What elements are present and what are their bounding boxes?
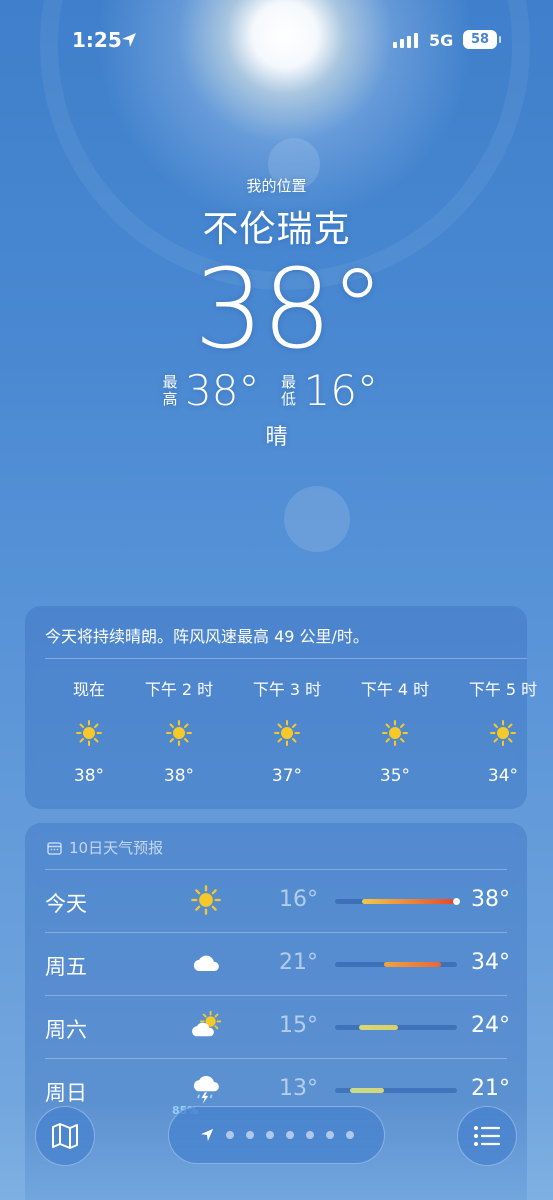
day-label: 周五 — [45, 955, 87, 979]
condition: 晴 — [265, 425, 288, 450]
hour-label: 下午 3 时 — [252, 680, 322, 699]
day-label: 今天 — [45, 892, 87, 916]
low-temp: 13° — [279, 1076, 318, 1101]
sun-icon — [489, 719, 517, 747]
daily-row[interactable]: 周五 21° 34° — [45, 932, 510, 995]
low-temp: 15° — [279, 1013, 318, 1038]
low-value: 16° — [303, 366, 378, 415]
high-temp: 21° — [471, 1076, 510, 1101]
lens-flare — [284, 486, 350, 552]
high-temp: 24° — [471, 1013, 510, 1038]
hourly-forecast-card[interactable]: 今天将持续晴朗。阵风风速最高 49 公里/时。 现在 38° 下午 2 时 38°… — [25, 606, 537, 809]
page-dot[interactable] — [325, 1131, 334, 1139]
temp-range-fill — [383, 962, 442, 967]
status-bar: 1:25 5G 58 — [0, 0, 553, 80]
temp-range-fill — [361, 899, 455, 904]
hour-temp: 34° — [487, 766, 519, 786]
temp-range-bar — [335, 1088, 457, 1093]
map-icon — [52, 1123, 78, 1149]
location-arrow-icon — [200, 1128, 213, 1142]
current-temperature: 38° — [194, 245, 385, 373]
low-label: 最低 — [280, 372, 296, 408]
hourly-item: 现在 38° — [49, 676, 129, 786]
temp-range-fill — [349, 1088, 384, 1093]
hour-label: 下午 2 时 — [144, 680, 214, 699]
temp-range-bar — [335, 898, 460, 905]
temp-range-bar — [335, 1025, 457, 1030]
current-temp-dot — [452, 898, 460, 905]
battery-icon: 58 — [463, 30, 501, 49]
hour-temp: 38° — [163, 766, 195, 786]
page-dot[interactable] — [345, 1131, 354, 1139]
daily-forecast-title: 10日天气预报 — [47, 837, 163, 858]
network-type: 5G — [429, 31, 454, 50]
hour-temp: 35° — [379, 766, 411, 786]
partly-cloudy-icon — [190, 1010, 222, 1042]
page-indicator[interactable] — [168, 1106, 385, 1164]
hourly-item: 下午 5 时 34° — [463, 676, 543, 786]
sun-icon — [381, 719, 409, 747]
calendar-icon — [47, 841, 62, 855]
hour-label: 下午 4 时 — [360, 680, 430, 699]
sun-icon — [273, 719, 301, 747]
day-label: 周六 — [45, 1018, 87, 1042]
page-dot[interactable] — [225, 1131, 234, 1139]
high-temp: 38° — [471, 887, 510, 912]
hour-temp: 37° — [271, 766, 303, 786]
forecast-summary: 今天将持续晴朗。阵风风速最高 49 公里/时。 — [45, 627, 369, 646]
hour-temp: 38° — [73, 766, 105, 786]
list-button[interactable] — [457, 1106, 517, 1166]
page-dot[interactable] — [285, 1131, 294, 1139]
high-temp: 34° — [471, 950, 510, 975]
page-dot[interactable] — [265, 1131, 274, 1139]
list-icon — [474, 1126, 501, 1146]
temp-range-fill — [359, 1025, 399, 1030]
page-dot[interactable] — [305, 1131, 314, 1139]
temp-range-bar — [335, 962, 457, 967]
status-time: 1:25 — [72, 28, 122, 52]
daily-row[interactable]: 周六 15° 24° — [45, 995, 510, 1058]
daily-title-text: 10日天气预报 — [69, 839, 164, 857]
low-temp: 21° — [279, 950, 318, 975]
hourly-item: 下午 4 时 35° — [355, 676, 435, 786]
location-arrow-icon — [122, 33, 136, 47]
high-value: 38° — [185, 366, 260, 415]
divider — [45, 658, 527, 659]
signal-icon — [393, 32, 418, 48]
high-low: 最高 38° 最低 16° — [0, 366, 553, 415]
daily-row[interactable]: 今天 16° 38° — [45, 869, 510, 932]
cloud-icon — [190, 947, 222, 979]
sun-icon — [165, 719, 193, 747]
sun-icon — [75, 719, 103, 747]
weather-header: 我的位置 不伦瑞克 38° 最高 38° 最低 16° 晴 — [0, 175, 553, 451]
hour-label: 下午 5 时 — [468, 680, 538, 699]
hourly-item: 下午 3 时 37° — [247, 676, 327, 786]
hourly-item: 下午 2 时 38° — [139, 676, 219, 786]
page-dot[interactable] — [245, 1131, 254, 1139]
high-label: 最高 — [162, 372, 178, 408]
hour-label: 现在 — [72, 680, 105, 699]
low-temp: 16° — [279, 887, 318, 912]
sun-icon — [190, 884, 222, 916]
location-label: 我的位置 — [246, 177, 307, 195]
map-button[interactable] — [35, 1106, 95, 1166]
